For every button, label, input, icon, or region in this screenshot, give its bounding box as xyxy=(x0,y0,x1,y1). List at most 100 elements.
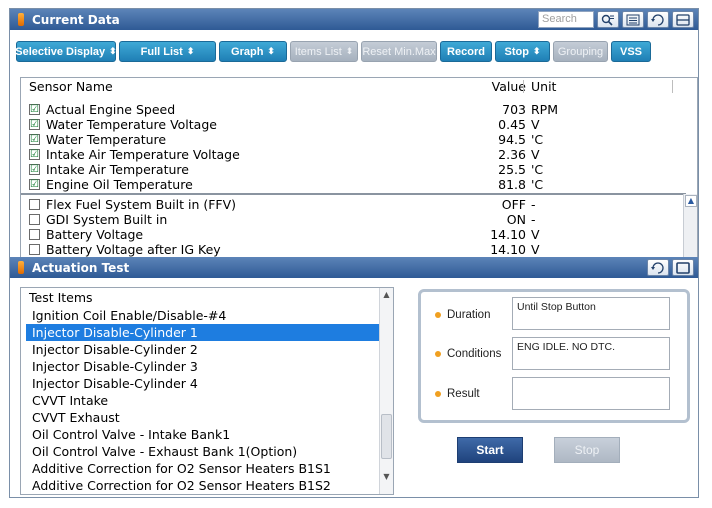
sensor-row[interactable]: Flex Fuel System Built in (FFV) OFF - xyxy=(21,197,686,212)
window-toggle-icon[interactable] xyxy=(672,11,694,28)
toolbar-button-stop[interactable]: Stop ⬍ xyxy=(495,41,550,62)
sensor-table: Sensor Name Value Unit ☑ Actual Engine Sp… xyxy=(20,77,698,258)
sensor-row[interactable]: ☑ Engine Oil Temperature 81.8 'C xyxy=(21,177,686,192)
scroll-up-icon[interactable]: ▲ xyxy=(685,195,697,207)
sensor-checkbox[interactable]: ☑ xyxy=(29,179,40,190)
grip-icon xyxy=(18,13,24,26)
sensor-checkbox[interactable] xyxy=(29,199,40,210)
column-value[interactable]: Value xyxy=(492,79,526,94)
test-items-scrollbar[interactable]: ▲ ▼ xyxy=(379,288,393,494)
column-divider[interactable] xyxy=(672,80,673,93)
sensor-name: Battery Voltage xyxy=(46,227,144,242)
sensor-row[interactable]: Battery Voltage after IG Key 14.10 V xyxy=(21,242,686,257)
list-view-icon[interactable] xyxy=(622,11,644,28)
dropdown-arrow-icon: ⬍ xyxy=(109,46,117,56)
scroll-up-icon[interactable]: ▲ xyxy=(381,289,392,300)
sensor-name: GDI System Built in xyxy=(46,212,168,227)
stop-button[interactable]: Stop xyxy=(554,437,620,463)
test-detail-panel: Duration Until Stop Button Conditions EN… xyxy=(418,289,690,423)
sensor-checkbox[interactable] xyxy=(29,229,40,240)
sensor-checkbox[interactable]: ☑ xyxy=(29,149,40,160)
conditions-field: ENG IDLE. NO DTC. xyxy=(512,337,670,370)
toolbar-button-label: Reset Min.Max xyxy=(362,45,436,58)
toolbar-button-full-list[interactable]: Full List ⬍ xyxy=(119,41,216,62)
retry-icon[interactable] xyxy=(647,11,669,28)
test-item[interactable]: Injector Disable-Cylinder 4 xyxy=(29,375,385,392)
toolbar-button-selective-display[interactable]: Selective Display ⬍ xyxy=(15,41,117,62)
sensor-row[interactable]: ☑ Water Temperature Voltage 0.45 V xyxy=(21,117,686,132)
sensor-table-header: Sensor Name Value Unit xyxy=(21,78,686,95)
sensor-row[interactable]: ☑ Water Temperature 94.5 'C xyxy=(21,132,686,147)
actuation-test-titlebar: Actuation Test xyxy=(10,257,698,278)
result-field xyxy=(512,377,670,410)
sensor-checkbox[interactable]: ☑ xyxy=(29,104,40,115)
main-frame: Current Data Search Selective Display ⬍ Fu… xyxy=(9,8,699,498)
toolbar-button-record[interactable]: Record xyxy=(440,41,492,62)
toolbar-button-items-list[interactable]: Items List ⬍ xyxy=(290,41,358,62)
toolbar-button-grouping[interactable]: Grouping xyxy=(553,41,608,62)
sensor-value: OFF xyxy=(501,197,526,212)
sensor-value: ON xyxy=(506,212,526,227)
sensor-row[interactable]: ☑ Intake Air Temperature Voltage 2.36 V xyxy=(21,147,686,162)
test-item[interactable]: Additive Correction for O2 Sensor Heater… xyxy=(29,477,385,494)
test-item[interactable]: Ignition Coil Enable/Disable-#4 xyxy=(29,307,385,324)
sensor-value: 2.36 xyxy=(498,147,526,162)
conditions-label: Conditions xyxy=(435,348,501,360)
sensor-checkbox[interactable] xyxy=(29,244,40,255)
sensor-checkbox[interactable]: ☑ xyxy=(29,164,40,175)
scroll-thumb[interactable] xyxy=(381,414,392,459)
sensor-checkbox[interactable]: ☑ xyxy=(29,134,40,145)
test-item[interactable]: Additive Correction for O2 Sensor Heater… xyxy=(29,460,385,477)
sensor-checkbox[interactable]: ☑ xyxy=(29,119,40,130)
sensor-unit: 'C xyxy=(531,177,544,192)
test-item[interactable]: CVVT Intake xyxy=(29,392,385,409)
test-item[interactable]: Injector Disable-Cylinder 2 xyxy=(29,341,385,358)
sensor-row[interactable]: ☑ Intake Air Temperature 25.5 'C xyxy=(21,162,686,177)
test-item[interactable]: Injector Disable-Cylinder 3 xyxy=(29,358,385,375)
sensor-checkbox[interactable] xyxy=(29,214,40,225)
column-unit[interactable]: Unit xyxy=(531,79,556,94)
toolbar-button-reset-min-max[interactable]: Reset Min.Max xyxy=(361,41,437,62)
sensor-value: 703 xyxy=(502,102,526,117)
start-button[interactable]: Start xyxy=(457,437,523,463)
sensor-unit: RPM xyxy=(531,102,559,117)
sensor-name: Intake Air Temperature Voltage xyxy=(46,147,240,162)
toolbar-button-vss[interactable]: VSS xyxy=(611,41,651,62)
toolbar-button-label: Grouping xyxy=(557,45,604,58)
dropdown-arrow-icon: ⬍ xyxy=(532,46,541,56)
sensor-scrollbar[interactable]: ▲ xyxy=(683,194,697,257)
toolbar-button-label: Stop xyxy=(504,45,529,58)
sensor-unit: - xyxy=(531,212,536,227)
window-toggle-icon[interactable] xyxy=(672,259,694,276)
test-item[interactable]: CVVT Exhaust xyxy=(29,409,385,426)
toolbar-button-label: Record xyxy=(447,45,485,58)
column-divider[interactable] xyxy=(523,80,524,93)
sensor-unit: V xyxy=(531,147,540,162)
search-icon[interactable] xyxy=(597,11,619,28)
toolbar-button-label: Selective Display xyxy=(15,45,106,58)
sensor-name: Engine Oil Temperature xyxy=(46,177,193,192)
toolbar-button-graph[interactable]: Graph ⬍ xyxy=(219,41,287,62)
sensor-row[interactable]: Battery Voltage 14.10 V xyxy=(21,227,686,242)
test-item[interactable]: Oil Control Valve - Exhaust Bank 1(Optio… xyxy=(29,443,385,460)
sensor-value: 0.45 xyxy=(498,117,526,132)
dropdown-arrow-icon: ⬍ xyxy=(345,46,354,56)
test-item[interactable]: Oil Control Valve - Intake Bank1 xyxy=(29,426,385,443)
bullet-icon xyxy=(435,312,441,318)
test-items-list: Test Items Ignition Coil Enable/Disable-… xyxy=(20,287,394,495)
sensor-row[interactable]: ☑ Actual Engine Speed 703 RPM xyxy=(21,102,686,117)
scroll-down-icon[interactable]: ▼ xyxy=(381,471,392,482)
sensor-name: Battery Voltage after IG Key xyxy=(46,242,221,257)
sensor-row[interactable]: GDI System Built in ON - xyxy=(21,212,686,227)
bullet-icon xyxy=(435,351,441,357)
retry-icon[interactable] xyxy=(647,259,669,276)
test-item[interactable]: Injector Disable-Cylinder 1 xyxy=(26,324,382,341)
toolbar-button-label: Full List xyxy=(140,45,183,58)
group-separator xyxy=(21,193,686,195)
search-input[interactable]: Search xyxy=(538,11,594,28)
bullet-icon xyxy=(435,391,441,397)
sensor-value: 25.5 xyxy=(498,162,526,177)
column-sensor-name[interactable]: Sensor Name xyxy=(29,79,113,94)
grip-icon xyxy=(18,261,24,274)
sensor-value: 14.10 xyxy=(490,242,526,257)
